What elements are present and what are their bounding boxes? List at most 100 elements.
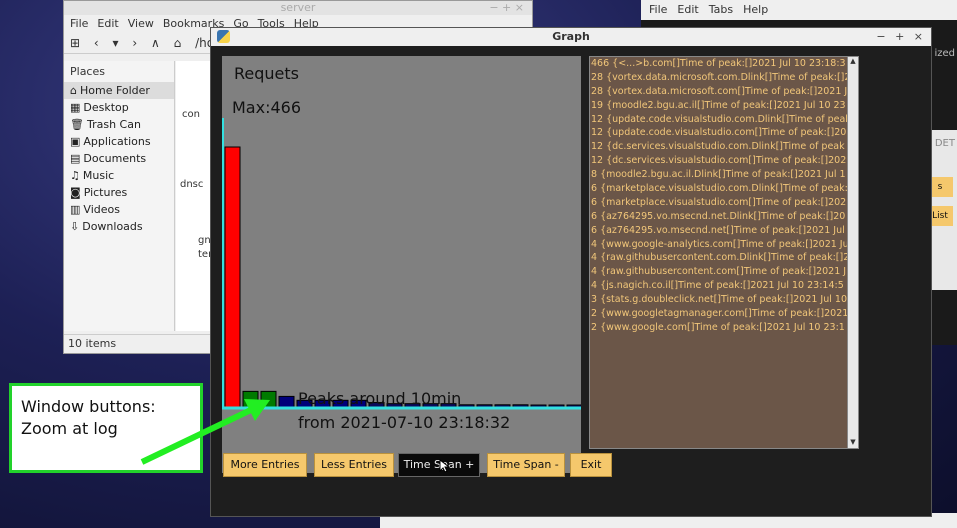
exit-button[interactable]: Exit [570, 453, 612, 477]
file-manager-window-buttons[interactable]: − + × [489, 1, 524, 14]
list-item[interactable]: 12 {dc.services.visualstudio.com[]Time o… [590, 154, 848, 168]
menu-file[interactable]: File [70, 17, 88, 30]
file-item[interactable]: con [182, 109, 200, 120]
list-item[interactable]: 6 {az764295.vo.msecnd.net.Dlink[]Time of… [590, 210, 848, 224]
scroll-up-icon[interactable]: ▲ [848, 57, 858, 67]
desktop-icon: ▦ [70, 101, 81, 114]
terminal-menu-help[interactable]: Help [743, 3, 768, 16]
sidebar-item-label: Music [82, 169, 115, 182]
new-tab-icon[interactable]: ⊞ [70, 36, 80, 50]
zoom-button[interactable]: + [895, 30, 904, 43]
sidebar-item-label: Home Folder [79, 84, 150, 97]
list-item[interactable]: 19 {moodle2.bgu.ac.il[]Time of peak:[]20… [590, 99, 848, 113]
mouse-cursor-icon [439, 459, 451, 473]
list-item[interactable]: 466 {<...>b.com[]Time of peak:[]2021 Jul… [590, 57, 848, 71]
home-icon[interactable]: ⌂ [174, 36, 182, 50]
peaks-label: Peaks around 10min [298, 389, 462, 408]
up-icon[interactable]: ∧ [151, 36, 160, 50]
list-item[interactable]: 3 {stats.g.doubleclick.net[]Time of peak… [590, 293, 848, 307]
places-sidebar: Places ⌂ Home Folder ▦ Desktop 🗑 Trash Can ▣ Ap… [64, 61, 175, 331]
terminal-menu-edit[interactable]: Edit [677, 3, 698, 16]
bar-4 [278, 395, 295, 408]
list-item[interactable]: 28 {vortex.data.microsoft.com.Dlink[]Tim… [590, 71, 848, 85]
python-icon [217, 30, 230, 43]
peaks-from-label: from 2021-07-10 23:18:32 [298, 413, 511, 432]
list-item[interactable]: 8 {moodle2.bgu.ac.il.Dlink[]Time of peak… [590, 168, 848, 182]
requests-plot: Requets Max:466 Peaks around 10min from … [222, 56, 581, 473]
documents-icon: ▤ [70, 152, 81, 165]
bar-chart [222, 118, 581, 410]
back-icon[interactable]: ‹ [94, 36, 99, 50]
list-item[interactable]: 12 {update.code.visualstudio.com[]Time o… [590, 126, 848, 140]
sidebar-item-home-folder[interactable]: ⌂ Home Folder [64, 82, 174, 99]
annotation-line2: Zoom at log [21, 419, 118, 438]
bar-1 [224, 146, 241, 408]
graph-window-title: Graph [552, 30, 590, 43]
file-item[interactable]: dnsc [180, 179, 203, 190]
list-item[interactable]: 12 {dc.services.visualstudio.com.Dlink[]… [590, 140, 848, 154]
entries-list[interactable]: 466 {<...>b.com[]Time of peak:[]2021 Jul… [589, 56, 849, 449]
more-entries-button[interactable]: More Entries [223, 453, 307, 477]
sidebar-item-label: Pictures [83, 186, 128, 199]
sidebar-item-label: Documents [83, 152, 147, 165]
pictures-icon: ◙ [70, 186, 81, 199]
downloads-icon: ⇩ [70, 220, 80, 233]
applications-icon: ▣ [70, 135, 81, 148]
list-item[interactable]: 6 {az764295.vo.msecnd.net[]Time of peak:… [590, 224, 848, 238]
list-item[interactable]: 4 {raw.githubusercontent.com.Dlink[]Time… [590, 251, 848, 265]
graph-titlebar[interactable]: Graph − + × [211, 28, 931, 46]
minimize-button[interactable]: − [876, 30, 885, 43]
sidebar-item-label: Downloads [82, 220, 143, 233]
sidebar-item-label: Desktop [83, 101, 129, 114]
sidebar-item-applications[interactable]: ▣ Applications [64, 133, 174, 150]
sidebar-item-music[interactable]: ♫ Music [64, 167, 174, 184]
trash-icon: 🗑 [70, 118, 84, 131]
sidebar-item-label: Videos [83, 203, 120, 216]
annotation-line1: Window buttons: [21, 397, 156, 416]
videos-icon: ▥ [70, 203, 81, 216]
sidebar-item-pictures[interactable]: ◙ Pictures [64, 184, 174, 201]
graph-window: Graph − + × Requets Max:466 Peaks around… [210, 27, 932, 517]
file-manager-title: server [280, 1, 316, 14]
scroll-down-icon[interactable]: ▼ [848, 438, 858, 448]
bar-3 [260, 390, 277, 408]
list-item[interactable]: 6 {marketplace.visualstudio.com[]Time of… [590, 196, 848, 210]
forward-icon[interactable]: › [132, 36, 137, 50]
terminal-menu-file[interactable]: File [649, 3, 667, 16]
terminal-menu-tabs[interactable]: Tabs [709, 3, 733, 16]
list-item[interactable]: 12 {update.code.visualstudio.com.Dlink[]… [590, 113, 848, 127]
music-icon: ♫ [70, 169, 80, 182]
sidebar-item-desktop[interactable]: ▦ Desktop [64, 99, 174, 116]
terminal-menubar: File Edit Tabs Help [641, 0, 957, 20]
list-item[interactable]: 6 {marketplace.visualstudio.com.Dlink[]T… [590, 182, 848, 196]
sidebar-item-label: Trash Can [86, 118, 141, 131]
file-item[interactable]: gn [198, 235, 211, 246]
sidebar-item-documents[interactable]: ▤ Documents [64, 150, 174, 167]
sidebar-item-downloads[interactable]: ⇩ Downloads [64, 218, 174, 235]
plot-title: Requets [234, 64, 299, 83]
sidebar-item-label: Applications [83, 135, 151, 148]
menu-view[interactable]: View [128, 17, 154, 30]
places-header[interactable]: Places [64, 61, 174, 82]
list-item[interactable]: 4 {raw.githubusercontent.com[]Time of pe… [590, 265, 848, 279]
max-label: Max:466 [232, 98, 302, 117]
less-entries-button[interactable]: Less Entries [314, 453, 394, 477]
file-manager-titlebar[interactable]: server − + × [64, 1, 532, 15]
graph-window-buttons: − + × [870, 28, 923, 46]
sidebar-item-videos[interactable]: ▥ Videos [64, 201, 174, 218]
terminal-text: ized [934, 48, 955, 59]
list-item[interactable]: 4 {www.google-analytics.com[]Time of pea… [590, 238, 848, 252]
history-icon[interactable]: ▾ [113, 36, 119, 50]
time-span-minus-button[interactable]: Time Span - [487, 453, 565, 477]
list-item[interactable]: 28 {vortex.data.microsoft.com[]Time of p… [590, 85, 848, 99]
annotation-box: Window buttons: Zoom at log [9, 383, 203, 473]
list-item[interactable]: 4 {js.nagich.co.il[]Time of peak:[]2021 … [590, 279, 848, 293]
menu-edit[interactable]: Edit [97, 17, 118, 30]
sidebar-item-trash-can[interactable]: 🗑 Trash Can [64, 116, 174, 133]
close-button[interactable]: × [914, 30, 923, 43]
list-item[interactable]: 2 {www.google.com[]Time of peak:[]2021 J… [590, 321, 848, 335]
terminal-side-label: DET [934, 138, 955, 149]
entries-scrollbar[interactable]: ▲ ▼ [847, 56, 859, 449]
home-icon: ⌂ [70, 84, 77, 97]
list-item[interactable]: 2 {www.googletagmanager.com[]Time of pea… [590, 307, 848, 321]
